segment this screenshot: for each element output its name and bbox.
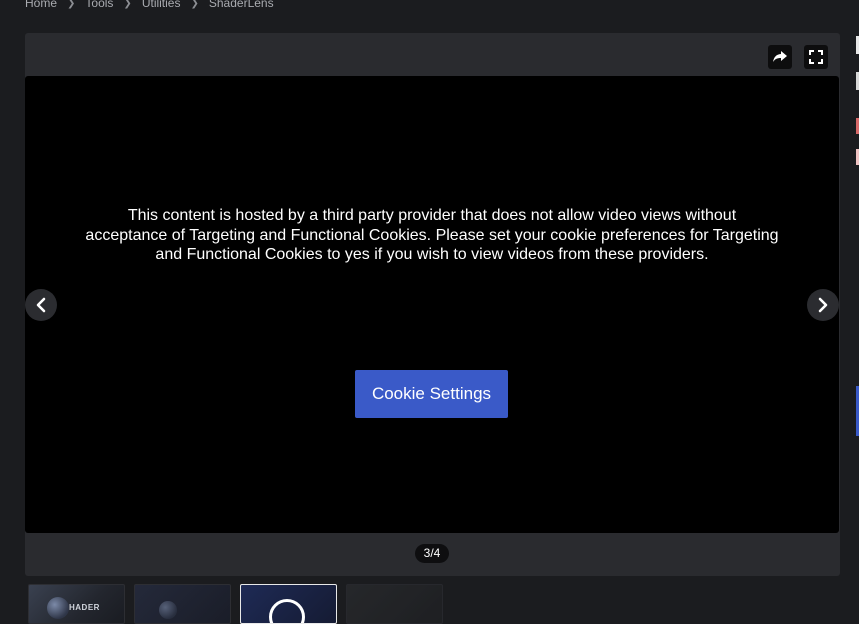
fullscreen-icon xyxy=(809,50,823,64)
thumbnail-image xyxy=(269,599,305,623)
chevron-left-icon xyxy=(36,297,46,313)
share-arrow-icon xyxy=(773,51,787,62)
chevron-right-small-icon: ❯ xyxy=(123,0,132,9)
media-gallery: This content is hosted by a third party … xyxy=(25,33,840,576)
share-button[interactable] xyxy=(768,45,792,69)
breadcrumb-current: ShaderLens xyxy=(208,0,274,10)
thumbnail-caption: HADER xyxy=(69,603,100,612)
thumbnail-item[interactable]: HADER xyxy=(28,584,125,624)
fullscreen-button[interactable] xyxy=(804,45,828,69)
gallery-toolbar xyxy=(768,45,828,69)
video-viewer: This content is hosted by a third party … xyxy=(25,76,839,533)
thumbnail-item-active[interactable] xyxy=(240,584,337,624)
thumbnail-item[interactable] xyxy=(134,584,231,624)
next-slide-button[interactable] xyxy=(807,289,839,321)
cookie-settings-button[interactable]: Cookie Settings xyxy=(355,370,508,418)
chevron-right-icon xyxy=(818,297,828,313)
breadcrumb-home[interactable]: Home xyxy=(25,0,57,10)
previous-slide-button[interactable] xyxy=(25,289,57,321)
thumbnail-strip: HADER xyxy=(28,584,443,624)
thumbnail-image xyxy=(159,601,177,619)
cookie-consent-message: This content is hosted by a third party … xyxy=(85,207,779,263)
chevron-right-small-icon: ❯ xyxy=(67,0,76,9)
thumbnail-item[interactable] xyxy=(346,584,443,624)
breadcrumb-utilities[interactable]: Utilities xyxy=(142,0,181,10)
chevron-right-small-icon: ❯ xyxy=(190,0,199,9)
thumbnail-image xyxy=(47,597,69,619)
breadcrumb: Home ❯ Tools ❯ Utilities ❯ ShaderLens xyxy=(25,0,274,12)
slide-counter: 3/4 xyxy=(415,544,449,563)
breadcrumb-tools[interactable]: Tools xyxy=(85,0,113,10)
